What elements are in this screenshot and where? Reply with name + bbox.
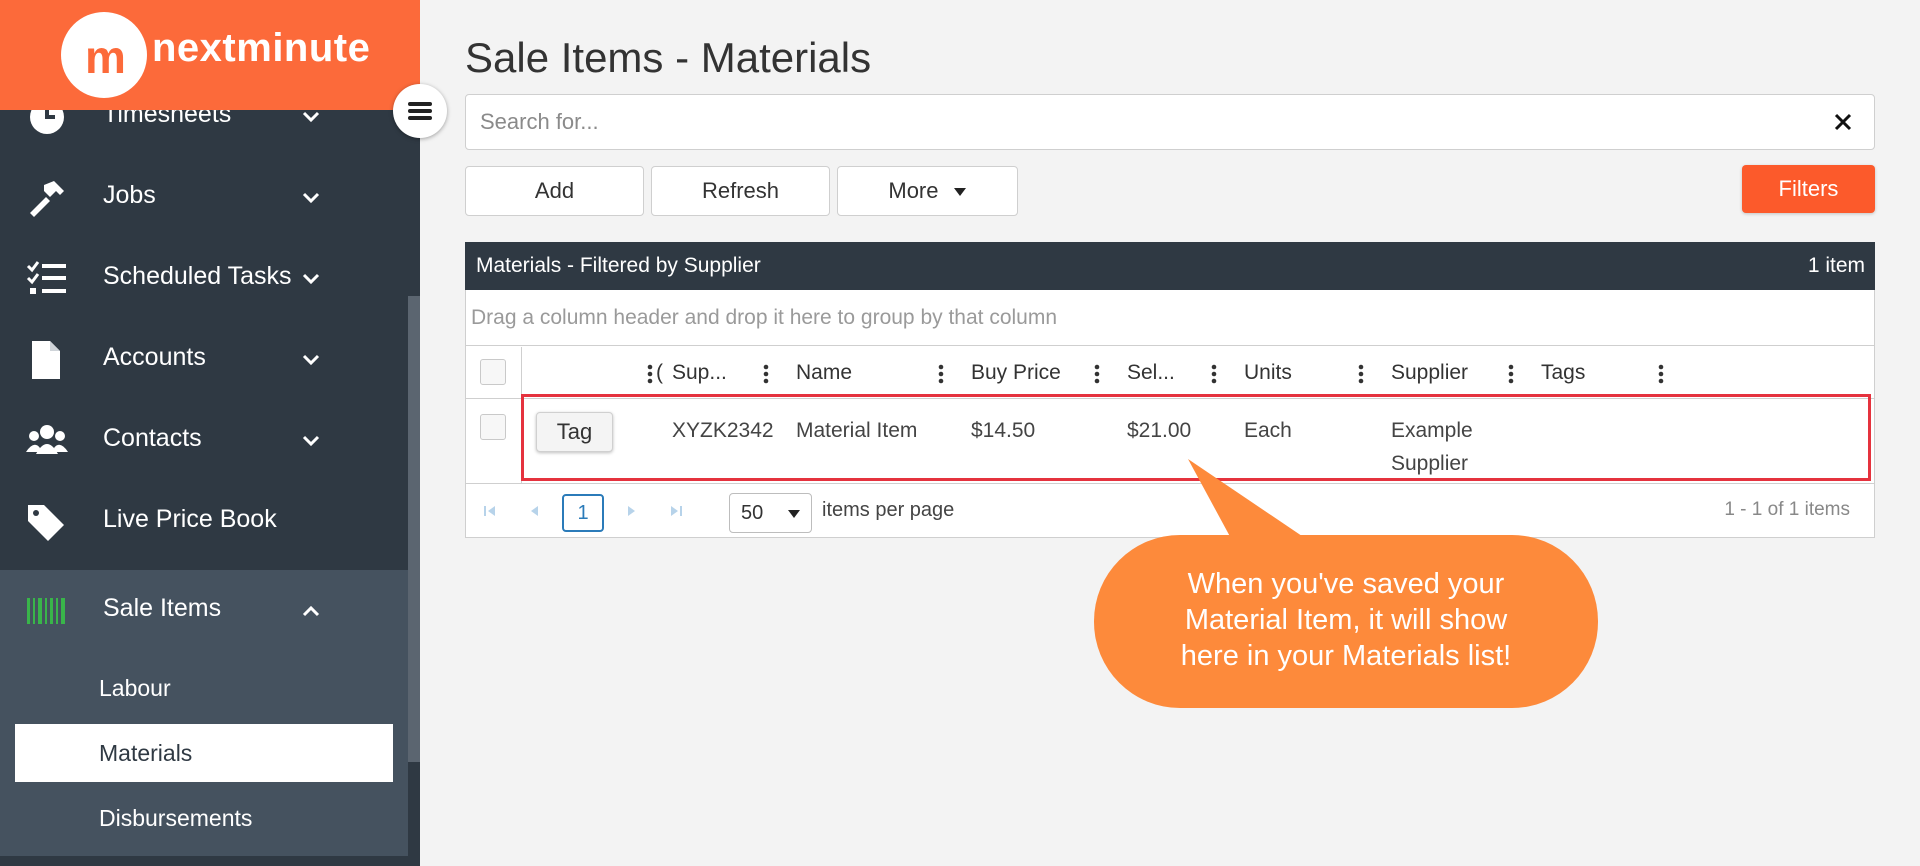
pager: 1 50 items per page 1 - 1 of 1 items <box>466 485 1874 537</box>
cell-sell-price: $21.00 <box>1127 419 1192 442</box>
column-divider <box>521 347 522 399</box>
sidebar-item-scheduled-tasks[interactable]: Scheduled Tasks <box>0 238 408 319</box>
submenu-item-disbursements[interactable]: Disbursements <box>15 789 393 847</box>
page-title: Sale Items - Materials <box>465 34 872 81</box>
caret-down-icon <box>788 510 800 518</box>
row-checkbox[interactable] <box>480 414 506 440</box>
column-header-name[interactable]: Name <box>796 361 852 385</box>
column-header-units[interactable]: Units <box>1244 361 1292 385</box>
column-header-tags[interactable]: Tags <box>1541 361 1585 385</box>
cell-name: Material Item <box>796 419 918 442</box>
sidebar-item-sale-items[interactable]: Sale Items <box>0 570 408 651</box>
sidebar: m nextminute Timesheets Jobs Scheduled T… <box>0 0 420 866</box>
sidebar-item-label: Sale Items <box>103 594 222 622</box>
add-button[interactable]: Add <box>465 166 644 216</box>
pager-info: 1 - 1 of 1 items <box>1724 499 1850 520</box>
filters-button[interactable]: Filters <box>1742 165 1875 213</box>
column-header-supplier-code[interactable]: Sup... <box>672 361 727 385</box>
column-menu-icon[interactable] <box>1358 364 1364 384</box>
brand-name: nextminute <box>152 26 371 70</box>
users-icon <box>26 425 68 454</box>
column-header-icon-glyph: ( <box>656 361 663 384</box>
refresh-button[interactable]: Refresh <box>651 166 830 216</box>
column-header-buy-price[interactable]: Buy Price <box>971 361 1061 385</box>
sidebar-scrollbar[interactable] <box>408 296 420 762</box>
group-hint: Drag a column header and drop it here to… <box>471 306 1058 329</box>
materials-grid: Materials - Filtered by Supplier 1 item … <box>465 242 1875 538</box>
sidebar-item-accounts[interactable]: Accounts <box>0 319 408 400</box>
column-menu-icon[interactable] <box>1658 364 1664 384</box>
per-page-value: 50 <box>741 502 764 524</box>
next-page-icon[interactable] <box>624 503 640 519</box>
cell-supplier: Example Supplier <box>1391 414 1473 480</box>
cell-supplier-line: Example <box>1391 419 1473 442</box>
current-page[interactable]: 1 <box>562 494 604 532</box>
caret-down-icon <box>953 188 966 197</box>
column-header-sell-price[interactable]: Sel... <box>1127 361 1175 385</box>
sidebar-item-jobs[interactable]: Jobs <box>0 157 408 238</box>
hammer-icon <box>30 181 64 217</box>
callout-line: here in your Materials list! <box>1180 640 1512 672</box>
brand-header[interactable]: m nextminute <box>0 0 420 110</box>
barcode-icon <box>27 598 65 624</box>
grid-title: Materials - Filtered by Supplier <box>476 254 761 277</box>
task-list-icon <box>26 261 66 294</box>
previous-page-icon[interactable] <box>526 503 542 519</box>
sidebar-item-contacts[interactable]: Contacts <box>0 400 408 481</box>
more-button[interactable]: More <box>837 166 1018 216</box>
cell-units: Each <box>1244 419 1292 442</box>
callout-text: When you've saved your Material Item, it… <box>1094 566 1598 674</box>
select-all-checkbox[interactable] <box>480 359 506 385</box>
last-page-icon[interactable] <box>668 503 684 519</box>
column-menu-icon[interactable] <box>938 364 944 384</box>
menu-toggle-button[interactable] <box>393 84 447 138</box>
column-headers: ( Sup... Name Buy Price Sel... Units Sup… <box>466 347 1874 399</box>
sidebar-item-label: Live Price Book <box>103 505 277 533</box>
chevron-up-icon <box>302 605 320 617</box>
per-page-label: items per page <box>822 499 955 521</box>
cell-supplier-line: Supplier <box>1391 452 1469 475</box>
chevron-down-icon <box>302 435 320 447</box>
sidebar-item-label: Jobs <box>103 181 156 209</box>
per-page-select[interactable]: 50 <box>729 493 812 533</box>
document-icon <box>32 341 60 379</box>
sidebar-item-label: Accounts <box>103 343 206 371</box>
column-menu-icon[interactable] <box>1094 364 1100 384</box>
tag-button[interactable]: Tag <box>536 412 613 452</box>
column-menu-icon[interactable] <box>1211 364 1217 384</box>
more-button-label: More <box>888 178 939 203</box>
column-menu-icon[interactable] <box>647 364 653 384</box>
table-row[interactable]: Tag XYZK2342 Material Item $14.50 $21.00… <box>466 400 1874 484</box>
column-divider <box>521 400 522 484</box>
column-menu-icon[interactable] <box>1508 364 1514 384</box>
search-input[interactable] <box>480 107 1780 137</box>
column-header-supplier[interactable]: Supplier <box>1391 361 1468 385</box>
grid-title-bar: Materials - Filtered by Supplier 1 item <box>465 242 1875 290</box>
callout-line: When you've saved your <box>1187 568 1505 600</box>
sidebar-item-live-price-book[interactable]: Live Price Book <box>0 481 408 562</box>
search-box <box>465 94 1875 150</box>
chevron-down-icon <box>302 192 320 204</box>
callout-line: Material Item, it will show <box>1184 604 1508 636</box>
first-page-icon[interactable] <box>482 503 498 519</box>
submenu-item-materials[interactable]: Materials <box>15 724 393 782</box>
chevron-down-icon <box>302 273 320 285</box>
column-menu-icon[interactable] <box>763 364 769 384</box>
sidebar-item-label: Scheduled Tasks <box>103 262 292 290</box>
submenu-item-labour[interactable]: Labour <box>15 659 393 717</box>
grid-item-count: 1 item <box>1807 254 1865 277</box>
cell-buy-price: $14.50 <box>971 419 1036 442</box>
group-drop-area[interactable]: Drag a column header and drop it here to… <box>466 290 1874 346</box>
tag-icon <box>28 505 64 541</box>
chevron-down-icon <box>302 354 320 366</box>
close-icon[interactable] <box>1832 111 1854 133</box>
brand-logo: m <box>61 12 147 98</box>
sidebar-item-label: Contacts <box>103 424 202 452</box>
sale-items-submenu: Labour Materials Disbursements <box>0 651 408 856</box>
cell-supplier-code: XYZK2342 <box>672 419 774 442</box>
hamburger-icon <box>408 102 432 120</box>
